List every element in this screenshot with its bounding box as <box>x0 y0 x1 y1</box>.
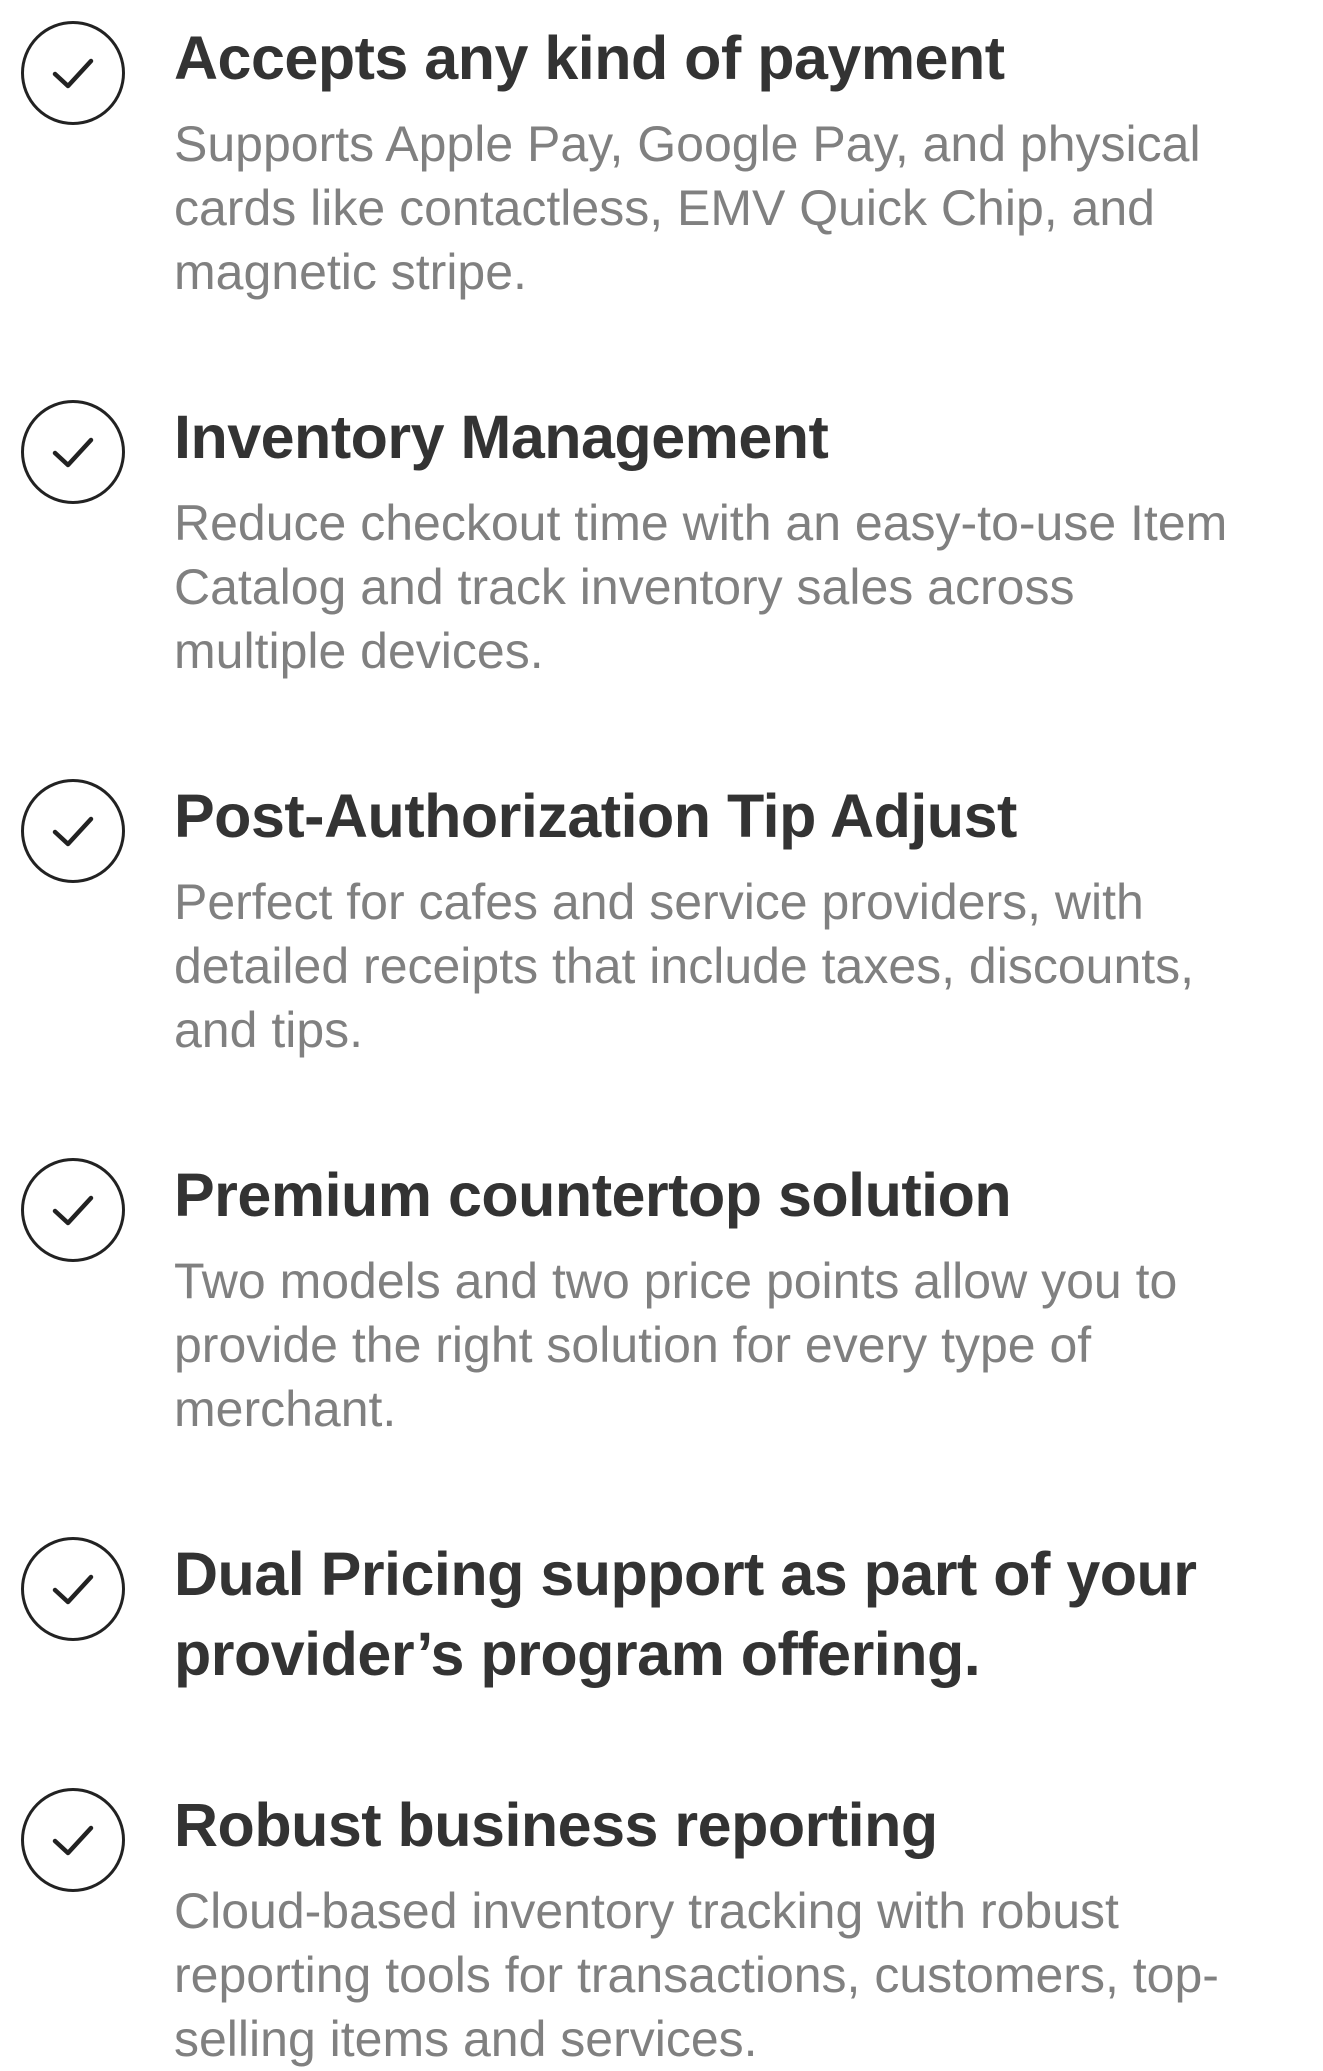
feature-description-line: multiple devices. <box>174 623 544 679</box>
feature-title-line: Dual Pricing support as part of your <box>174 1540 1197 1608</box>
feature-description-line: reporting tools for transactions, custom… <box>174 1947 1219 2003</box>
feature-description-line: Reduce checkout time with an easy-to-use… <box>174 495 1228 551</box>
feature-title: Accepts any kind of payment <box>174 24 1005 92</box>
check-circle-icon <box>21 779 125 883</box>
feature-title-line: provider’s program offering. <box>174 1620 981 1688</box>
feature-description-line: detailed receipts that include taxes, di… <box>174 938 1195 994</box>
feature-description-line: Cloud-based inventory tracking with robu… <box>174 1883 1119 1939</box>
feature-title: Dual Pricing support as part of your pro… <box>174 1534 1314 1694</box>
feature-description-line: Catalog and track inventory sales across <box>174 559 1075 615</box>
check-circle-icon <box>21 400 125 504</box>
feature-title: Premium countertop solution <box>174 1161 1012 1229</box>
feature-description-line: Two models and two price points allow yo… <box>174 1253 1178 1309</box>
feature-description-line: magnetic stripe. <box>174 244 527 300</box>
feature-title: Post-Authorization Tip Adjust <box>174 782 1017 850</box>
feature-title: Inventory Management <box>174 403 829 471</box>
feature-description: Perfect for cafes and service providers,… <box>174 870 1319 1062</box>
feature-description-line: cards like contactless, EMV Quick Chip, … <box>174 180 1155 236</box>
check-circle-icon <box>21 1537 125 1641</box>
feature-description: Two models and two price points allow yo… <box>174 1249 1319 1441</box>
check-circle-icon <box>21 1788 125 1892</box>
feature-description-line: Perfect for cafes and service providers,… <box>174 874 1144 930</box>
feature-description: Supports Apple Pay, Google Pay, and phys… <box>174 112 1319 304</box>
feature-description-line: provide the right solution for every typ… <box>174 1317 1092 1373</box>
feature-description-line: selling items and services. <box>174 2011 758 2067</box>
feature-description-line: Supports Apple Pay, Google Pay, and phys… <box>174 116 1201 172</box>
feature-description-line: merchant. <box>174 1381 397 1437</box>
check-circle-icon <box>21 1158 125 1262</box>
feature-description-line: and tips. <box>174 1002 364 1058</box>
feature-title: Robust business reporting <box>174 1791 938 1859</box>
check-circle-icon <box>21 21 125 125</box>
feature-description: Cloud-based inventory tracking with robu… <box>174 1879 1319 2071</box>
feature-description: Reduce checkout time with an easy-to-use… <box>174 491 1319 683</box>
